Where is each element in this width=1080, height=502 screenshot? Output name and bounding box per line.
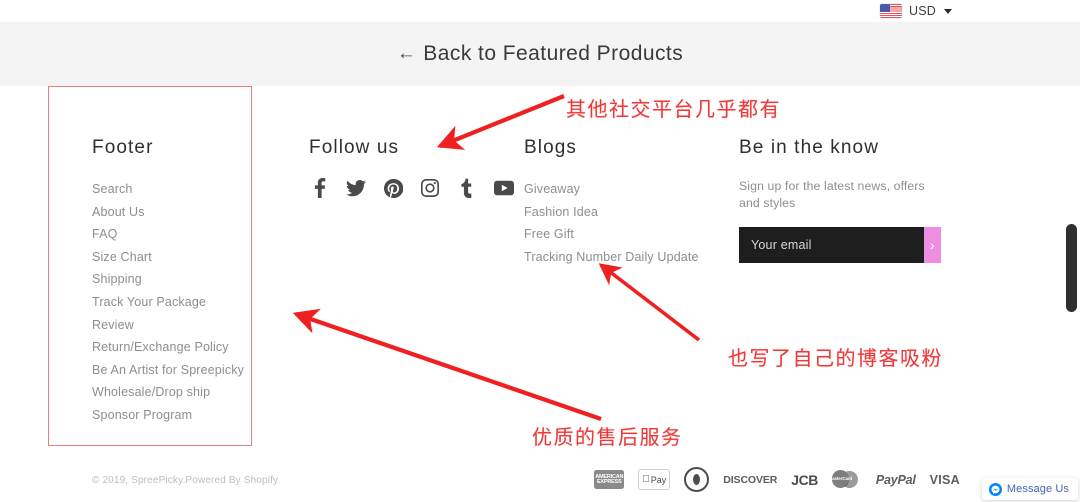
- footer-link-sponsor-program[interactable]: Sponsor Program: [92, 404, 244, 427]
- back-to-featured-products-link[interactable]: ← Back to Featured Products: [397, 42, 683, 66]
- chevron-right-icon: ›: [930, 237, 935, 253]
- follow-us-column: Follow us: [309, 137, 514, 198]
- newsletter-description: Sign up for the latest news, offers and …: [739, 179, 925, 210]
- diners-club-icon: [684, 467, 710, 492]
- visa-icon: VISA: [929, 472, 960, 487]
- back-link-label: Back to Featured Products: [423, 42, 684, 65]
- currency-label: USD: [909, 4, 936, 18]
- footer-link-about-us[interactable]: About Us: [92, 201, 244, 224]
- blog-link-fashion-idea[interactable]: Fashion Idea: [524, 201, 699, 224]
- american-express-icon: AMERICAN EXPRESS: [594, 470, 625, 489]
- amex-label: AMERICAN EXPRESS: [594, 470, 625, 489]
- social-links: [309, 178, 514, 198]
- footer-link-faq[interactable]: FAQ: [92, 223, 244, 246]
- currency-bar: USD: [0, 0, 1080, 22]
- footer-link-search[interactable]: Search: [92, 178, 244, 201]
- vertical-scrollbar-thumb[interactable]: [1066, 224, 1077, 312]
- footer-link-return-exchange-policy[interactable]: Return/Exchange Policy: [92, 336, 244, 359]
- paypal-icon: PayPal: [875, 472, 916, 487]
- blog-link-tracking-number-daily-update[interactable]: Tracking Number Daily Update: [524, 246, 699, 269]
- discover-icon: DISCOVER: [723, 473, 778, 486]
- arrow-left-icon: ←: [396, 43, 417, 64]
- copyright-text: © 2019, SpreePicky.Powered By Shopify: [92, 475, 279, 486]
- site-footer: Footer Search About Us FAQ Size Chart Sh…: [0, 86, 1080, 461]
- footer-link-wholesale-drop-ship[interactable]: Wholesale/Drop ship: [92, 381, 244, 404]
- message-us-label: Message Us: [1006, 483, 1069, 495]
- mastercard-icon: MasterCard: [828, 470, 862, 489]
- blog-link-free-gift[interactable]: Free Gift: [524, 223, 699, 246]
- footer-link-track-your-package[interactable]: Track Your Package: [92, 291, 244, 314]
- footer-link-be-an-artist[interactable]: Be An Artist for Spreepicky: [92, 359, 244, 382]
- footer-links-column: Footer Search About Us FAQ Size Chart Sh…: [92, 137, 244, 427]
- page-root: USD ← Back to Featured Products Footer S…: [0, 0, 1080, 502]
- footer-link-list: Search About Us FAQ Size Chart Shipping …: [92, 178, 244, 427]
- facebook-icon[interactable]: [309, 178, 329, 198]
- us-flag-icon: [880, 4, 902, 18]
- message-us-button[interactable]: Message Us: [981, 478, 1078, 500]
- email-input[interactable]: [739, 227, 924, 263]
- chevron-down-icon: [944, 8, 952, 14]
- back-band: ← Back to Featured Products: [0, 22, 1080, 86]
- follow-us-title: Follow us: [309, 137, 400, 158]
- newsletter-submit-button[interactable]: ›: [924, 227, 941, 263]
- blog-link-giveaway[interactable]: Giveaway: [524, 178, 699, 201]
- tumblr-icon[interactable]: [457, 178, 477, 198]
- footer-bottom-bar: © 2019, SpreePicky.Powered By Shopify AM…: [0, 461, 1080, 502]
- youtube-icon[interactable]: [494, 178, 514, 198]
- payment-methods: AMERICAN EXPRESS  Pay DISCOVER JCB Mast…: [594, 467, 960, 492]
- currency-picker[interactable]: USD: [880, 4, 952, 18]
- mastercard-label: MasterCard: [828, 470, 852, 487]
- footer-column-title: Footer: [92, 137, 154, 158]
- instagram-icon[interactable]: [420, 178, 440, 198]
- newsletter-title: Be in the know: [739, 137, 880, 158]
- blogs-link-list: Giveaway Fashion Idea Free Gift Tracking…: [524, 178, 699, 268]
- twitter-icon[interactable]: [346, 178, 366, 198]
- apple-pay-icon:  Pay: [638, 469, 671, 490]
- footer-link-size-chart[interactable]: Size Chart: [92, 246, 244, 269]
- newsletter-signup-form: ›: [739, 227, 941, 263]
- apple-pay-label: Pay: [646, 474, 667, 485]
- messenger-icon: [988, 482, 1002, 496]
- blogs-column: Blogs Giveaway Fashion Idea Free Gift Tr…: [524, 137, 699, 268]
- footer-link-shipping[interactable]: Shipping: [92, 268, 244, 291]
- pinterest-icon[interactable]: [383, 178, 403, 198]
- footer-link-review[interactable]: Review: [92, 314, 244, 337]
- blogs-title: Blogs: [524, 137, 578, 158]
- jcb-icon: JCB: [791, 471, 818, 488]
- newsletter-column: Be in the know Sign up for the latest ne…: [739, 137, 941, 263]
